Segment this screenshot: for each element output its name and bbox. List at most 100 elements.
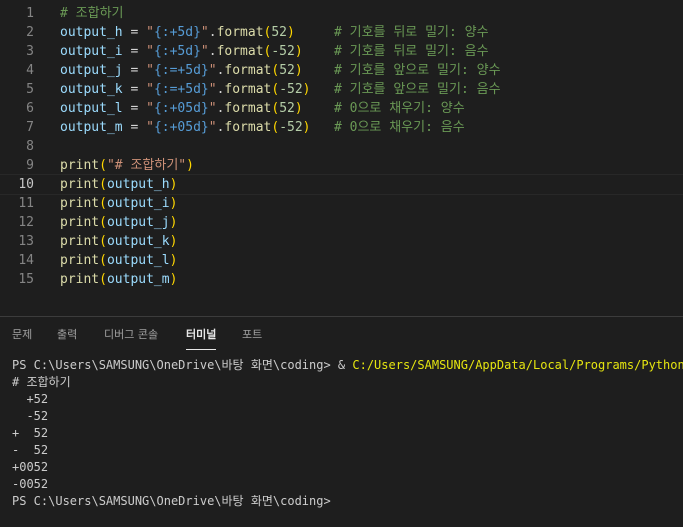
code-line[interactable]: 5 output_k = "{:=+5d}".format(-52) # 기호를 … bbox=[0, 80, 683, 99]
line-number: 12 bbox=[18, 215, 34, 230]
code-line[interactable]: 12 print(output_j) bbox=[0, 213, 683, 232]
code-token: " bbox=[146, 63, 154, 78]
code-token: " bbox=[146, 120, 154, 135]
code-token: # 기호를 뒤로 밀기: 음수 bbox=[333, 44, 489, 59]
code-token: . bbox=[208, 44, 217, 59]
terminal[interactable]: PS C:\Users\SAMSUNG\OneDrive\바탕 화면\codin… bbox=[12, 357, 683, 510]
line-number: 1 bbox=[26, 6, 34, 21]
terminal-output-line: +0052 bbox=[12, 460, 49, 474]
code-line[interactable]: 14 print(output_l) bbox=[0, 251, 683, 270]
code-line[interactable]: 4 output_j = "{:=+5d}".format(52) # 기호를 앞… bbox=[0, 61, 683, 80]
code-token: ) bbox=[302, 120, 311, 135]
code-text: print(output_m) bbox=[60, 270, 177, 289]
code-line[interactable]: 11 print(output_i) bbox=[0, 194, 683, 213]
code-token: -52 bbox=[279, 82, 303, 97]
code-token: 52 bbox=[279, 101, 295, 116]
code-token: ) bbox=[169, 253, 178, 268]
code-line[interactable]: 9 print("# 조합하기") bbox=[0, 156, 683, 175]
line-number: 6 bbox=[26, 101, 34, 116]
code-line[interactable]: 6 output_l = "{:+05d}".format(52) # 0으로 채… bbox=[0, 99, 683, 118]
code-token: ) bbox=[302, 82, 311, 97]
code-token: ( bbox=[99, 234, 107, 249]
code-token: print bbox=[60, 196, 100, 211]
line-number: 2 bbox=[26, 25, 34, 40]
code-token: 52 bbox=[271, 25, 288, 40]
code-line[interactable]: 7 output_m = "{:+05d}".format(-52) # 0으로 … bbox=[0, 118, 683, 137]
code-token: " bbox=[208, 120, 217, 135]
line-number: 13 bbox=[18, 234, 34, 249]
code-token: {:+5d} bbox=[153, 25, 201, 40]
terminal-command: C:/Users/SAMSUNG/AppData/Local/Programs/… bbox=[352, 358, 683, 372]
code-line[interactable]: 2 output_h = "{:+5d}".format(52) # 기호를 뒤로… bbox=[0, 23, 683, 42]
code-text: print(output_j) bbox=[60, 213, 177, 232]
code-token: ( bbox=[271, 101, 280, 116]
code-token: format bbox=[224, 63, 272, 78]
line-number: 9 bbox=[26, 158, 34, 173]
panel-tab[interactable]: 출력 bbox=[57, 327, 77, 343]
code-token: output_h bbox=[106, 177, 170, 192]
code-line[interactable]: 15 print(output_m) bbox=[0, 270, 683, 289]
code-line[interactable]: 1 # 조합하기 bbox=[0, 4, 683, 23]
terminal-output-line: - 52 bbox=[12, 443, 49, 457]
code-token: ) bbox=[169, 234, 178, 249]
panel-tab[interactable]: 터미널 bbox=[186, 327, 217, 350]
code-token: " bbox=[146, 82, 154, 97]
code-token: print bbox=[60, 177, 100, 192]
code-token: ) bbox=[169, 177, 178, 192]
code-token: " bbox=[208, 82, 217, 97]
code-token: # 0으로 채우기: 음수 bbox=[333, 120, 465, 135]
code-line[interactable]: 8 bbox=[0, 137, 683, 156]
code-token: output_j bbox=[60, 63, 123, 78]
panel-tab[interactable]: 문제 bbox=[12, 327, 32, 343]
code-token: {:+05d} bbox=[153, 101, 209, 116]
code-text: output_i = "{:+5d}".format(-52) # 기호를 뒤로… bbox=[60, 42, 489, 61]
code-token: " bbox=[200, 25, 209, 40]
code-token: "# 조합하기" bbox=[106, 158, 187, 173]
code-token: -52 bbox=[279, 120, 303, 135]
terminal-output: # 조합하기 +52 -52 + 52 - 52 +0052 -0052 bbox=[12, 374, 683, 493]
panel-tab[interactable]: 포트 bbox=[242, 327, 262, 343]
code-token: ( bbox=[99, 177, 107, 192]
code-token: output_k bbox=[106, 234, 170, 249]
code-text: print(output_k) bbox=[60, 232, 177, 251]
code-token: output_m bbox=[106, 272, 170, 287]
code-token: ) bbox=[294, 44, 303, 59]
code-line[interactable]: 13 print(output_k) bbox=[0, 232, 683, 251]
line-number: 15 bbox=[18, 272, 34, 287]
terminal-command-line: PS C:\Users\SAMSUNG\OneDrive\바탕 화면\codin… bbox=[12, 357, 683, 374]
line-number: 4 bbox=[26, 63, 34, 78]
code-token: output_k bbox=[60, 82, 123, 97]
code-token: ( bbox=[271, 63, 280, 78]
code-token: " bbox=[200, 44, 209, 59]
line-number: 5 bbox=[26, 82, 34, 97]
code-text: output_k = "{:=+5d}".format(-52) # 기호를 앞… bbox=[60, 80, 501, 99]
code-token: ) bbox=[186, 158, 194, 173]
code-token: format bbox=[216, 25, 264, 40]
code-token: ( bbox=[99, 196, 107, 211]
code-token: format bbox=[224, 101, 272, 116]
line-number: 8 bbox=[26, 139, 34, 154]
code-token: print bbox=[60, 253, 100, 268]
code-token: # 0으로 채우기: 양수 bbox=[333, 101, 465, 116]
bottom-panel: 문제 출력 디버그 콘솔 터미널 포트 PS C:\Users\SAMSUNG\OneD… bbox=[0, 316, 683, 527]
code-token: {:+5d} bbox=[153, 44, 201, 59]
code-text: print(output_i) bbox=[60, 194, 177, 213]
terminal-output-line: + 52 bbox=[12, 426, 49, 440]
code-text: print(output_h) bbox=[60, 175, 177, 194]
code-text: output_l = "{:+05d}".format(52) # 0으로 채우… bbox=[60, 99, 465, 118]
code-line[interactable]: 10 print(output_h) bbox=[0, 174, 683, 195]
code-token: output_l bbox=[60, 101, 123, 116]
panel-tab[interactable]: 디버그 콘솔 bbox=[104, 327, 158, 343]
code-token: ( bbox=[271, 82, 280, 97]
code-token: ( bbox=[99, 215, 107, 230]
code-editor[interactable]: 1 # 조합하기 2 output_h = "{:+5d}".format(52) #… bbox=[0, 0, 683, 316]
code-line[interactable]: 3 output_i = "{:+5d}".format(-52) # 기호를 뒤… bbox=[0, 42, 683, 61]
code-text: output_h = "{:+5d}".format(52) # 기호를 뒤로 … bbox=[60, 23, 489, 42]
code-text: output_m = "{:+05d}".format(-52) # 0으로 채… bbox=[60, 118, 465, 137]
code-token: output_l bbox=[106, 253, 170, 268]
